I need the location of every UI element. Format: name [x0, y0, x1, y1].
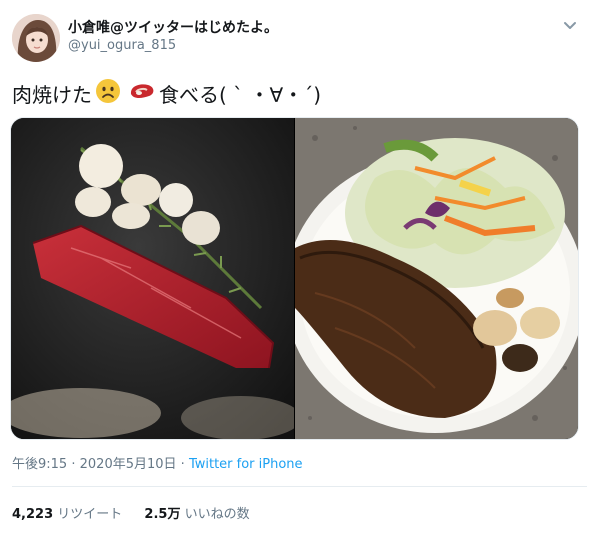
meat-emoji: [128, 78, 156, 111]
meta-separator-2: ·: [180, 457, 185, 472]
user-handle[interactable]: @yui_ogura_815: [68, 38, 176, 53]
tweet-meta: 午後9:15 · 2020年5月10日 · Twitter for iPhone: [12, 453, 303, 472]
avatar[interactable]: [12, 14, 60, 62]
tweet-text-part1: 肉焼けた: [12, 82, 92, 107]
meta-separator: ·: [71, 457, 76, 472]
tweet-source-link[interactable]: Twitter for iPhone: [189, 457, 303, 472]
media-grid[interactable]: [10, 117, 579, 440]
worried-face-emoji: [95, 78, 121, 111]
tweet-time[interactable]: 午後9:15: [12, 457, 67, 472]
photo-raw-steak[interactable]: [11, 118, 301, 439]
retweets-count: 4,223: [12, 507, 54, 522]
likes-count: 2.5万: [144, 507, 181, 522]
likes-label: いいねの数: [184, 507, 250, 522]
retweets-stat[interactable]: 4,223 リツイート: [12, 507, 126, 522]
tweet-text-part2: 食べる( ` ・∀・´): [159, 82, 322, 107]
tweet-date[interactable]: 2020年5月10日: [80, 457, 177, 472]
photo-cooked-steak[interactable]: [285, 118, 578, 439]
user-name[interactable]: 小倉唯@ツイッターはじめたよ。: [68, 17, 278, 37]
tweet-text: 肉焼けた 食べる( ` ・∀・´): [12, 78, 321, 111]
retweets-label: リツイート: [57, 507, 123, 522]
tweet-card: 小倉唯@ツイッターはじめたよ。 @yui_ogura_815 肉焼けた 食べる(…: [0, 0, 599, 533]
chevron-down-icon[interactable]: [560, 16, 580, 36]
divider: [12, 486, 587, 487]
tweet-stats: 4,223 リツイート 2.5万 いいねの数: [12, 503, 268, 522]
likes-stat[interactable]: 2.5万 いいねの数: [144, 507, 249, 522]
